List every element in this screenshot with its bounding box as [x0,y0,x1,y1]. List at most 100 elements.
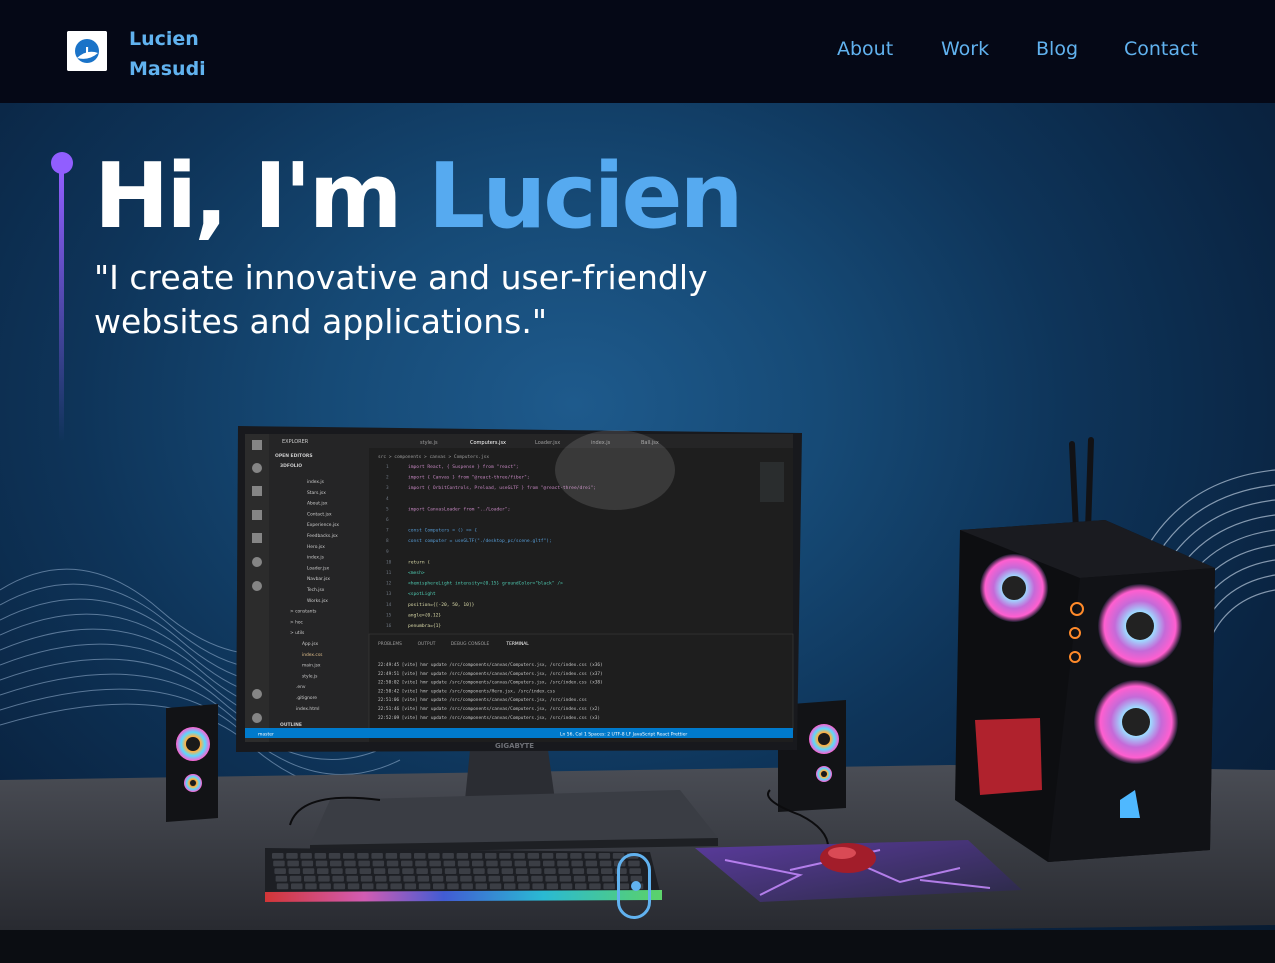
keyboard-key [585,860,598,867]
code-line: position={[-20, 50, 10]} [408,602,475,608]
keyboard-key [570,853,582,859]
keyboard-key [541,853,554,859]
code-line: <spotLight [408,591,436,597]
keyboard-key [514,860,527,867]
keyboard-key [328,853,341,859]
keyboard-key [517,875,529,882]
keyboard-key [459,868,471,874]
keyboard-key [305,883,317,890]
file-tree-item: index.html [296,706,319,712]
status-branch: master [258,732,274,738]
file-tree-item: main.jsx [302,663,321,669]
keyboard-key [485,853,497,859]
nav-link-blog[interactable]: Blog [1036,38,1078,60]
pc-tower [955,437,1215,862]
scroll-down-indicator[interactable] [617,853,651,919]
code-line: return ( [408,559,430,565]
line-number: 16 [386,623,392,629]
keyboard-key [531,875,543,882]
keyboard-key [401,860,413,867]
minimap [760,462,784,502]
timeline-dot [51,152,73,174]
editor-tab: style.js [420,440,438,446]
nav-link-about[interactable]: About [837,38,893,60]
keyboard-key [345,868,357,874]
keyboard-key [390,883,402,890]
file-tree-item: Tech.jsx [306,587,325,593]
mouse [820,843,876,873]
keyboard-key [487,868,499,874]
line-number: 10 [386,559,392,565]
line-number: 12 [386,581,392,587]
line-number: 3 [386,485,389,491]
terminal-line: 22:52:09 [vite] hmr update /src/componen… [378,715,600,721]
keyboard-key [376,883,388,890]
file-tree-item: Navbar.jsx [307,576,330,582]
keyboard-key [572,868,585,874]
hero-name: Lucien [427,144,744,249]
keyboard-key [584,853,596,859]
keyboard-key [360,875,373,882]
line-number: 4 [386,496,389,502]
terminal-line: 22:49:45 [vite] hmr update /src/componen… [378,662,603,668]
keyboard-key [472,860,484,867]
keyboard-key [386,860,399,867]
line-number: 11 [386,570,392,576]
keyboard-key [433,883,445,890]
keyboard-key [428,853,440,859]
keyboard-key [530,868,542,874]
keyboard-key [475,883,488,890]
keyboard-key [532,883,544,890]
hero-greeting: Hi, I'm [94,144,403,249]
keyboard-key [575,883,587,890]
logo-link[interactable]: L [67,31,107,71]
file-tree-item: Loader.jsx [307,565,330,571]
keyboard-key [573,875,586,882]
svg-text:L: L [85,45,92,58]
keyboard-key [571,860,583,867]
keyboard-key [500,860,512,867]
keyboard-key [389,875,401,882]
outline-label: OUTLINE [280,722,302,728]
keyboard-key [362,883,374,890]
code-line: import React, { Suspense } from "react"; [408,464,519,470]
brand-name[interactable]: Lucien Masudi [129,24,206,84]
nav-link-work[interactable]: Work [941,38,989,60]
editor-tab: Loader.jsx [535,440,560,446]
keyboard-key [515,868,528,874]
brand-first-name: Lucien [129,28,199,50]
keyboard [265,848,662,902]
line-number: 7 [386,528,389,534]
keyboard-key [288,868,301,874]
panel-tab: TERMINAL [505,641,529,647]
keyboard-key [399,853,412,859]
keyboard-key [489,883,502,890]
line-number: 2 [386,475,389,481]
keyboard-key [586,868,599,874]
keyboard-key [346,875,359,882]
keyboard-key [598,853,611,859]
terminal-line: 22:50:02 [vite] hmr update /src/componen… [378,680,603,686]
logo-icon: L [67,31,107,71]
keyboard-key [315,860,328,867]
navbar: L Lucien Masudi About Work Blog Contact [0,0,1275,103]
keyboard-key [599,860,612,867]
keyboard-key [287,860,299,867]
keyboard-key [528,860,541,867]
keyboard-key [603,883,615,890]
keyboard-key [333,883,346,890]
line-number: 13 [386,591,392,597]
keyboard-key [486,860,498,867]
keyboard-key [343,853,355,859]
keyboard-key [304,875,316,882]
keyboard-key [300,853,312,859]
keyboard-key [446,875,458,882]
keyboard-key [332,875,344,882]
file-tree-item: index.js [307,479,325,485]
nav-link-contact[interactable]: Contact [1124,38,1198,60]
keyboard-key [443,860,456,867]
keyboard-key [557,860,569,867]
keyboard-key [272,853,284,859]
file-tree-item: Feedbacks.jsx [307,533,338,539]
keyboard-key [317,868,329,874]
